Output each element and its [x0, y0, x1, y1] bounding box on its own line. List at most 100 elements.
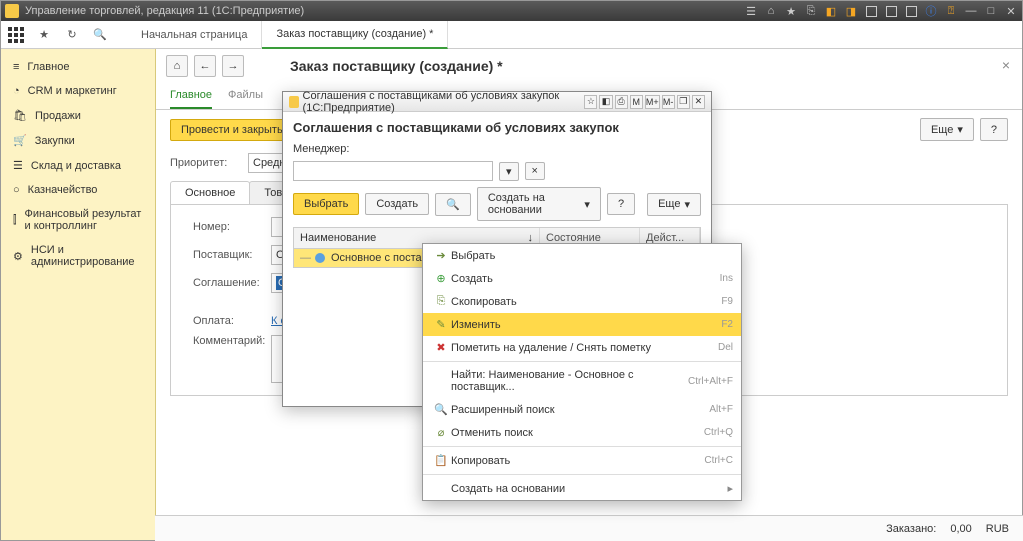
top-tabs: Начальная страница Заказ поставщику (соз…	[127, 21, 448, 49]
dlg-btn[interactable]: ☆	[584, 95, 597, 109]
plus-icon: ⊕	[431, 272, 451, 285]
chevron-right-icon: ▸	[727, 482, 733, 495]
sidebar-item-crm[interactable]: ◔ CRM и маркетинг	[1, 79, 155, 103]
tb-icon[interactable]: ⎘	[804, 4, 818, 18]
number-label: Номер:	[193, 221, 263, 233]
tab-start-page[interactable]: Начальная страница	[127, 21, 262, 49]
close-icon[interactable]: ✕	[1004, 4, 1018, 18]
delete-icon: ✖	[431, 341, 451, 354]
create-button[interactable]: Создать	[365, 193, 429, 215]
page-title: Заказ поставщику (создание) *	[290, 58, 503, 74]
ctx-cancel-find[interactable]: ⌀Отменить поискCtrl+Q	[423, 421, 741, 444]
sidebar-item-finance[interactable]: ⫿Финансовый результат и контроллинг	[1, 202, 155, 238]
manager-select[interactable]	[293, 161, 493, 181]
post-and-close-button[interactable]: Провести и закрыть	[170, 119, 294, 141]
sidebar-item-label: CRM и маркетинг	[28, 85, 117, 97]
apps-icon[interactable]	[7, 26, 25, 44]
ctx-edit[interactable]: ✎ИзменитьF2	[423, 313, 741, 336]
chevron-down-icon: ▾	[957, 123, 963, 136]
ctx-copy[interactable]: ⎘СкопироватьF9	[423, 290, 741, 313]
bag-icon: 🛍	[13, 109, 27, 122]
box-icon: ☰	[13, 159, 23, 172]
maximize-icon[interactable]: □	[984, 4, 998, 18]
pie-icon: ◔	[13, 85, 20, 97]
top-toolbar: ★ ↻ 🔍 Начальная страница Заказ поставщик…	[1, 21, 1022, 49]
help-icon[interactable]: ⍰	[944, 4, 958, 18]
page-close-icon[interactable]: ×	[1002, 57, 1010, 73]
manager-clear-button[interactable]: ×	[525, 162, 545, 180]
tb-icon[interactable]: ★	[784, 4, 798, 18]
history-icon[interactable]: ↻	[63, 26, 81, 44]
find-button[interactable]: 🔍	[435, 193, 471, 216]
cart-icon: 🛒	[13, 134, 27, 147]
subtab-main[interactable]: Главное	[170, 83, 212, 109]
sidebar-item-treasury[interactable]: ○Казначейство	[1, 178, 155, 202]
dlg-mplus-button[interactable]: M+	[645, 95, 660, 109]
dlg-restore-icon[interactable]: ❐	[677, 95, 690, 109]
agreement-label: Соглашение:	[193, 277, 263, 289]
star-icon[interactable]: ★	[35, 26, 53, 44]
chevron-down-icon: ▾	[684, 198, 690, 211]
ctx-clipboard-copy[interactable]: 📋КопироватьCtrl+C	[423, 449, 741, 472]
back-button[interactable]: ←	[194, 55, 216, 77]
dlg-m-button[interactable]: M	[630, 95, 643, 109]
sidebar-item-purchases[interactable]: 🛒 Закупки	[1, 128, 155, 153]
item-icon	[315, 253, 325, 263]
manager-dropdown-button[interactable]: ▾	[499, 162, 519, 181]
sidebar-item-warehouse[interactable]: ☰Склад и доставка	[1, 153, 155, 178]
sidebar-item-main[interactable]: ≡ Главное	[1, 55, 155, 79]
inner-tab-basic[interactable]: Основное	[170, 181, 250, 204]
sidebar-item-sales[interactable]: 🛍 Продажи	[1, 103, 155, 128]
dlg-help-button[interactable]: ?	[607, 193, 635, 215]
sidebar-item-label: Главное	[27, 61, 69, 73]
sidebar: ≡ Главное ◔ CRM и маркетинг 🛍 Продажи 🛒 Заку…	[1, 49, 156, 540]
minimize-icon[interactable]: —	[964, 4, 978, 18]
sidebar-item-label: Казначейство	[28, 184, 98, 196]
tb-icon[interactable]	[864, 4, 878, 18]
ctx-create-based[interactable]: Создать на основании▸	[423, 477, 741, 500]
ctx-create[interactable]: ⊕СоздатьIns	[423, 267, 741, 290]
info-icon[interactable]: ⓘ	[924, 4, 938, 18]
home-button[interactable]: ⌂	[166, 55, 188, 77]
priority-label: Приоритет:	[170, 157, 240, 169]
dlg-btn[interactable]: ⎙	[615, 95, 628, 109]
dlg-btn[interactable]: ◧	[599, 95, 612, 109]
comment-label: Комментарий:	[193, 335, 263, 347]
menu-icon: ≡	[13, 61, 19, 73]
tb-icon[interactable]: ⌂	[764, 4, 778, 18]
dlg-close-icon[interactable]: ✕	[692, 95, 705, 109]
ctx-find[interactable]: Найти: Наименование - Основное с поставщ…	[423, 364, 741, 398]
dialog-window-title: Соглашения с поставщиками об условиях за…	[303, 90, 583, 114]
app-icon	[5, 4, 19, 18]
tb-icon[interactable]	[884, 4, 898, 18]
sidebar-item-label: Закупки	[35, 135, 75, 147]
chevron-down-icon: ▾	[584, 198, 590, 211]
tb-icon[interactable]	[904, 4, 918, 18]
ctx-adv-find[interactable]: 🔍Расширенный поискAlt+F	[423, 398, 741, 421]
create-based-button[interactable]: Создать на основании ▾	[477, 187, 601, 221]
tb-icon[interactable]: ◨	[844, 4, 858, 18]
ctx-mark-delete[interactable]: ✖Пометить на удаление / Снять пометкуDel	[423, 336, 741, 359]
dlg-mminus-button[interactable]: M-	[662, 95, 675, 109]
sidebar-item-label: Продажи	[35, 110, 81, 122]
collapse-icon: —	[300, 252, 311, 264]
dialog-titlebar: Соглашения с поставщиками об условиях за…	[283, 92, 711, 112]
sidebar-item-nsi[interactable]: ⚙НСИ и администрирование	[1, 238, 155, 274]
search-icon: 🔍	[431, 403, 451, 416]
search-icon[interactable]: 🔍	[91, 26, 109, 44]
help-button[interactable]: ?	[980, 118, 1008, 141]
more-button[interactable]: Еще▾	[920, 118, 974, 141]
cancel-search-icon: ⌀	[431, 426, 451, 439]
subtab-files[interactable]: Файлы	[228, 83, 263, 109]
tab-supplier-order[interactable]: Заказ поставщику (создание) *	[262, 21, 448, 49]
tb-icon[interactable]: ◧	[824, 4, 838, 18]
gear-icon: ⚙	[13, 250, 23, 263]
select-button[interactable]: Выбрать	[293, 193, 359, 215]
tb-icon[interactable]: ☰	[744, 4, 758, 18]
dialog-heading: Соглашения с поставщиками об условиях за…	[293, 120, 701, 135]
ctx-select[interactable]: ➔Выбрать	[423, 244, 741, 267]
supplier-label: Поставщик:	[193, 249, 263, 261]
ordered-value: 0,00	[950, 523, 971, 535]
dlg-more-button[interactable]: Еще ▾	[647, 193, 701, 216]
forward-button[interactable]: →	[222, 55, 244, 77]
